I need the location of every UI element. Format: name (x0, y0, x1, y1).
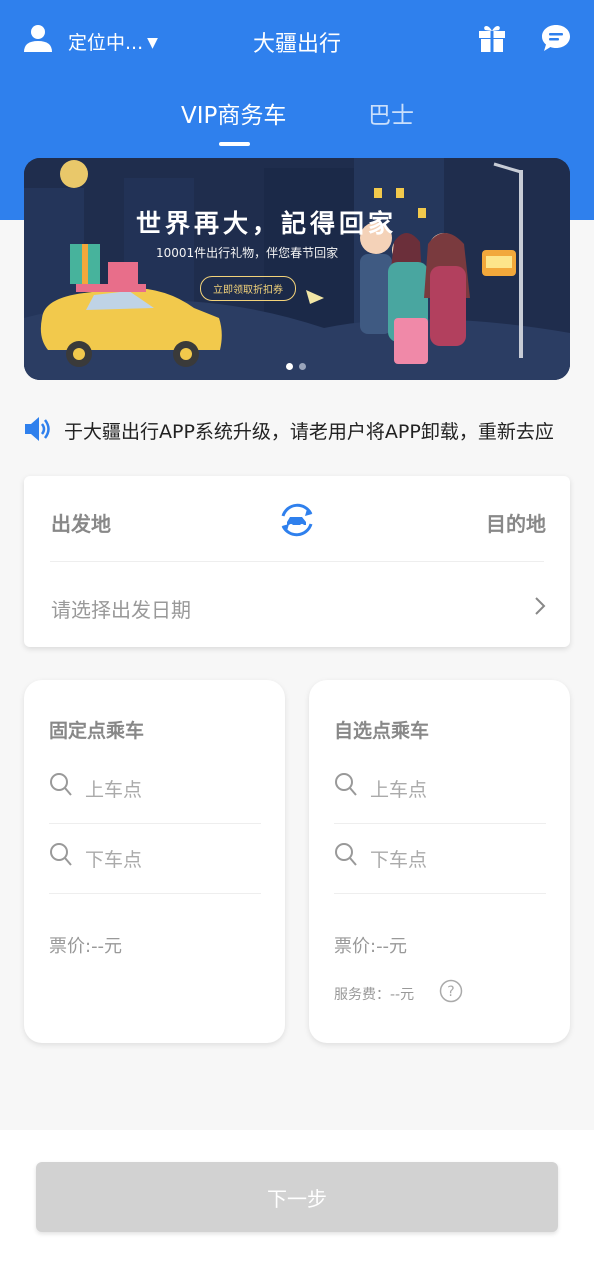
footer: 下一步 (0, 1130, 594, 1280)
custom-pickup-row[interactable]: 上车点 (334, 754, 546, 824)
message-icon[interactable] (540, 22, 572, 54)
departure-date-field[interactable]: 请选择出发日期 (51, 594, 191, 623)
fixed-dropoff-label: 下车点 (85, 849, 143, 871)
tab-bus[interactable]: 巴士 (368, 96, 414, 130)
banner-illustration (24, 158, 570, 380)
notice-text: 于大疆出行APP系统升级，请老用户将APP卸载，重新去应 (64, 421, 554, 443)
help-icon[interactable]: ? (439, 979, 463, 1003)
notice-marquee: 于大疆出行APP系统升级，请老用户将APP卸载，重新去应 (62, 412, 582, 448)
chevron-right-icon (535, 597, 546, 615)
custom-ticket-price: 票价:--元 (334, 936, 408, 957)
fixed-card-title: 固定点乘车 (49, 720, 145, 742)
fixed-ticket-price: 票价:--元 (49, 936, 123, 957)
swap-icon[interactable] (275, 498, 319, 542)
promo-banner[interactable]: 世界再大，記得回家 10001件出行礼物，伴您春节回家 立即领取折扣券 (24, 158, 570, 380)
search-icon (50, 773, 72, 796)
search-icon (335, 773, 357, 796)
custom-card-title: 自选点乘车 (334, 720, 430, 742)
search-icon (335, 843, 357, 866)
tab-vip-business[interactable]: VIP商务车 (181, 96, 286, 130)
service-fee: 服务费：--元 (334, 987, 415, 1003)
row-divider (49, 893, 261, 894)
destination-field[interactable]: 目的地 (486, 508, 546, 537)
custom-dropoff-label: 下车点 (370, 849, 428, 871)
banner-subline: 10001件出行礼物，伴您春节回家 (156, 246, 339, 260)
banner-coupon-button[interactable]: 立即领取折扣券 (200, 276, 296, 301)
row-divider (334, 893, 546, 894)
search-icon (50, 843, 72, 866)
custom-point-card[interactable]: 自选点乘车 上车点 下车点 票价:--元 服务费：--元 ? (309, 680, 570, 1043)
fixed-dropoff-row[interactable]: 下车点 (49, 824, 261, 894)
route-divider (50, 561, 544, 562)
next-step-button[interactable]: 下一步 (36, 1162, 558, 1232)
fixed-pickup-row[interactable]: 上车点 (49, 754, 261, 824)
banner-headline: 世界再大，記得回家 (136, 209, 398, 238)
carousel-dot-2[interactable] (299, 363, 306, 370)
gift-icon[interactable] (476, 22, 508, 54)
fixed-point-card[interactable]: 固定点乘车 上车点 下车点 票价:--元 (24, 680, 285, 1043)
speaker-icon (25, 417, 50, 441)
route-card: 出发地 目的地 请选择出发日期 (24, 476, 570, 647)
service-tabs: VIP商务车 巴士 (0, 96, 594, 156)
custom-pickup-label: 上车点 (370, 779, 428, 801)
active-tab-indicator (219, 142, 250, 146)
carousel-dot-1[interactable] (286, 363, 293, 370)
notice-bar[interactable]: 于大疆出行APP系统升级，请老用户将APP卸载，重新去应 (22, 412, 582, 448)
custom-dropoff-row[interactable]: 下车点 (334, 824, 546, 894)
top-bar: 定位中... ▼ 大疆出行 (0, 0, 594, 80)
carousel-dots (286, 355, 312, 374)
fixed-pickup-label: 上车点 (85, 779, 143, 801)
svg-text:?: ? (447, 984, 454, 1000)
origin-field[interactable]: 出发地 (51, 508, 111, 537)
